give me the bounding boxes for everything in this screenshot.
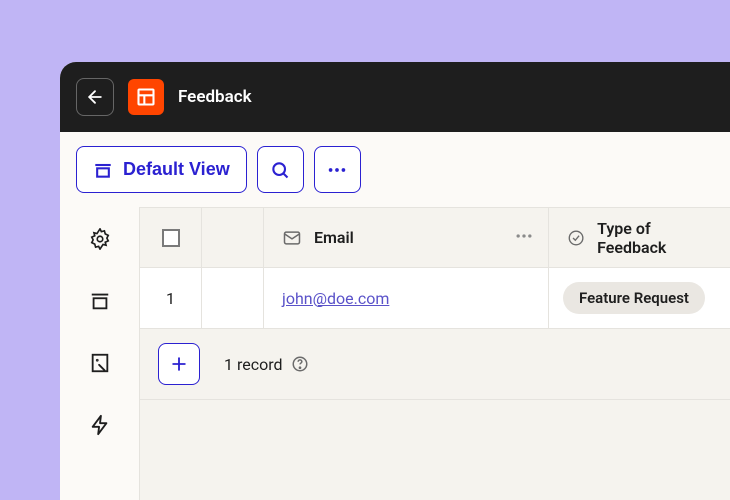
cell-email[interactable]: john@doe.com xyxy=(264,268,549,328)
email-icon xyxy=(282,228,302,248)
row-number: 1 xyxy=(140,268,202,328)
cell-type[interactable]: Feature Request xyxy=(549,268,730,328)
drag-handle-column xyxy=(202,208,264,267)
select-all-cell[interactable] xyxy=(140,208,202,267)
column-more-button[interactable] xyxy=(514,226,534,250)
toolbar: Default View xyxy=(60,132,730,207)
default-view-button[interactable]: Default View xyxy=(76,146,247,193)
email-link[interactable]: john@doe.com xyxy=(282,289,389,308)
gear-icon xyxy=(89,228,111,250)
column-header-type[interactable]: Type of Feedback xyxy=(549,208,730,267)
sidebar-forms[interactable] xyxy=(88,351,112,375)
table-header: Email Type of Feedback xyxy=(140,207,730,268)
add-row-button[interactable] xyxy=(158,343,200,385)
view-label: Default View xyxy=(123,159,230,180)
sidebar xyxy=(60,207,140,500)
form-icon xyxy=(89,352,111,374)
help-icon[interactable] xyxy=(291,355,309,373)
view-icon xyxy=(93,160,113,180)
sidebar-automations[interactable] xyxy=(88,413,112,437)
select-type-icon xyxy=(567,228,585,248)
page-title: Feedback xyxy=(178,87,252,107)
plus-icon xyxy=(169,354,189,374)
table-empty-area xyxy=(140,400,730,500)
header-bar: Feedback xyxy=(60,62,730,132)
arrow-left-icon xyxy=(85,87,105,107)
search-icon xyxy=(270,160,290,180)
table-row[interactable]: 1 john@doe.com Feature Request xyxy=(140,268,730,329)
column-label: Type of Feedback xyxy=(597,219,712,257)
record-count: 1 record xyxy=(224,355,309,374)
table-area: Email Type of Feedback 1 john@doe.com xyxy=(140,207,730,500)
feedback-type-badge: Feature Request xyxy=(563,282,705,314)
table-footer: 1 record xyxy=(140,329,730,400)
content-area: Email Type of Feedback 1 john@doe.com xyxy=(60,207,730,500)
sidebar-views[interactable] xyxy=(88,289,112,313)
search-button[interactable] xyxy=(257,146,304,193)
dots-horizontal-icon xyxy=(514,226,534,246)
dots-horizontal-icon xyxy=(326,159,348,181)
table-icon xyxy=(128,79,164,115)
column-label: Email xyxy=(314,228,354,247)
back-button[interactable] xyxy=(76,78,114,116)
views-icon xyxy=(89,290,111,312)
column-header-email[interactable]: Email xyxy=(264,208,549,267)
app-window: Feedback Default View xyxy=(60,62,730,500)
more-button[interactable] xyxy=(314,146,361,193)
sidebar-settings[interactable] xyxy=(88,227,112,251)
lightning-icon xyxy=(89,414,111,436)
checkbox-icon xyxy=(162,229,180,247)
row-drag-handle[interactable] xyxy=(202,268,264,328)
